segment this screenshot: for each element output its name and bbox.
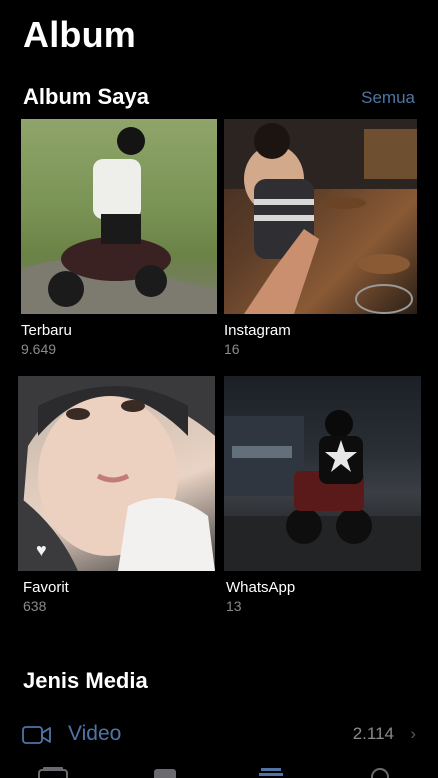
- tab-bar: [0, 760, 438, 778]
- album-count: 16: [224, 341, 240, 357]
- album-favorit[interactable]: ♥ Favorit 638: [18, 376, 215, 614]
- album-name: WhatsApp: [226, 579, 296, 596]
- heart-icon: ♥: [36, 540, 47, 560]
- albums-tab-icon[interactable]: [258, 766, 284, 778]
- album-thumbnail: [224, 119, 417, 314]
- album-name: Terbaru: [21, 322, 72, 339]
- album-thumbnail: ♥: [18, 376, 215, 571]
- album-count: 638: [23, 598, 47, 614]
- media-type-video-row[interactable]: Video 2.114 ›: [0, 716, 438, 756]
- media-type-label: Video: [68, 722, 122, 745]
- album-thumbnail: [224, 376, 421, 571]
- album-count: 9.649: [21, 341, 57, 357]
- album-name: Instagram: [224, 322, 291, 339]
- for-you-tab-icon[interactable]: [152, 766, 178, 778]
- album-whatsapp[interactable]: WhatsApp 13: [224, 376, 421, 614]
- my-albums-title: Album Saya: [23, 84, 149, 109]
- search-tab-icon[interactable]: [368, 766, 394, 778]
- album-instagram[interactable]: Instagram 16: [224, 119, 417, 357]
- media-types-title: Jenis Media: [23, 668, 148, 693]
- video-icon: [22, 726, 51, 744]
- media-type-count: 2.114: [352, 724, 394, 743]
- see-all-link[interactable]: Semua: [361, 88, 415, 108]
- album-terbaru[interactable]: Terbaru 9.649: [21, 119, 217, 357]
- photos-tab-icon[interactable]: [37, 766, 71, 778]
- album-thumbnail: [21, 119, 217, 314]
- album-name: Favorit: [23, 579, 69, 596]
- chevron-right-icon: ›: [410, 724, 416, 743]
- album-count: 13: [226, 598, 242, 614]
- page-title: Album: [23, 14, 136, 55]
